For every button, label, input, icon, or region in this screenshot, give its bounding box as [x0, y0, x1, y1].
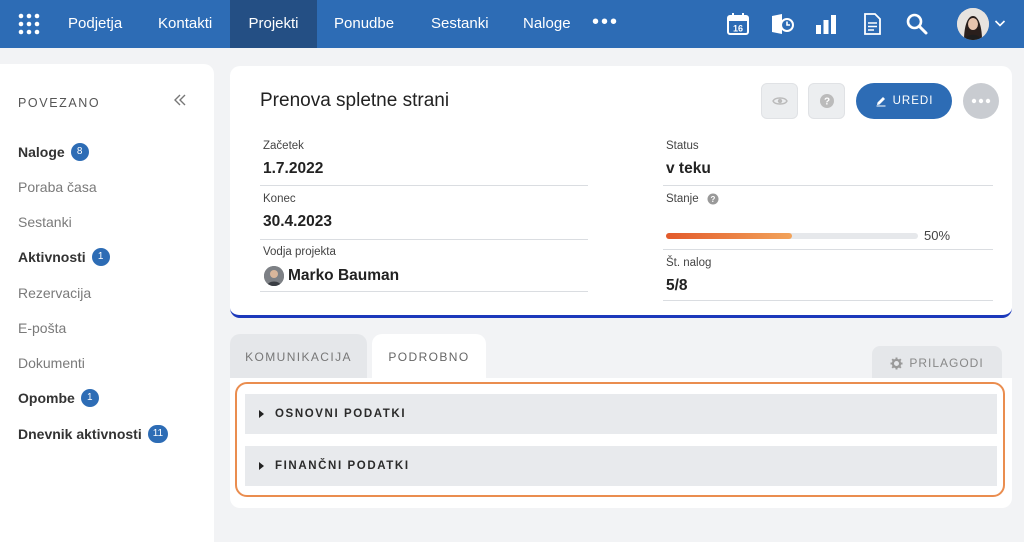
- sidebar-item-notes[interactable]: Opombe 1: [18, 388, 99, 408]
- watch-button[interactable]: [761, 83, 798, 119]
- manager-avatar: [264, 266, 284, 286]
- count-badge: 8: [70, 143, 89, 161]
- caret-right-icon: [259, 410, 264, 418]
- accordion-basic-data[interactable]: OSNOVNI PODATKI: [245, 394, 997, 434]
- svg-text:?: ?: [710, 195, 715, 204]
- more-options-button[interactable]: [963, 83, 999, 119]
- task-count-value: 5/8: [666, 277, 688, 294]
- help-icon[interactable]: ?: [707, 193, 719, 205]
- divider: [260, 239, 588, 240]
- nav-more-button[interactable]: •••: [592, 0, 619, 48]
- sidebar-item-label: Naloge: [18, 144, 65, 160]
- sidebar-item-activity-log[interactable]: Dnevnik aktivnosti 11: [18, 424, 169, 444]
- sidebar-item-activities[interactable]: Aktivnosti 1: [18, 247, 110, 267]
- calendar-day-text: 16: [733, 24, 743, 34]
- nav-item-projects[interactable]: Projekti: [230, 0, 317, 48]
- sidebar-title: POVEZANO: [18, 96, 101, 110]
- manager-avatar-image: [264, 266, 284, 286]
- sidebar-item-reservation[interactable]: Rezervacija: [18, 283, 91, 303]
- document-icon[interactable]: [859, 11, 885, 37]
- task-count-label: Št. nalog: [666, 257, 712, 269]
- gear-icon: [890, 357, 903, 369]
- more-dots-icon: [971, 98, 991, 104]
- nav-item-offers[interactable]: Ponudbe: [318, 0, 410, 48]
- project-manager-label: Vodja projekta: [263, 246, 336, 258]
- start-date-value: 1.7.2022: [263, 160, 324, 177]
- accordion-financial-data[interactable]: FINANČNI PODATKI: [245, 446, 997, 486]
- chevron-down-icon[interactable]: [994, 17, 1006, 29]
- nav-item-tasks[interactable]: Naloge: [507, 0, 587, 48]
- start-date-label: Začetek: [263, 140, 304, 152]
- end-date-label: Konec: [263, 193, 296, 205]
- state-label: Stanje ?: [666, 193, 719, 205]
- project-summary-card: Prenova spletne strani ? UREDI Začetek 1…: [230, 66, 1012, 318]
- count-badge: 1: [80, 389, 99, 407]
- divider: [260, 185, 588, 186]
- related-sidebar: POVEZANO Naloge 8 Poraba časa Sestanki A…: [0, 64, 214, 542]
- time-tracking-icon[interactable]: [769, 11, 795, 37]
- caret-right-icon: [259, 462, 264, 470]
- app-grid-icon[interactable]: [18, 13, 40, 35]
- sidebar-item-tasks[interactable]: Naloge 8: [18, 142, 89, 162]
- project-manager-value[interactable]: Marko Bauman: [288, 267, 399, 285]
- sidebar-item-email[interactable]: E-pošta: [18, 318, 66, 338]
- sidebar-item-label: Rezervacija: [18, 285, 92, 301]
- page-title: Prenova spletne strani: [260, 90, 450, 111]
- sidebar-item-label: Dokumenti: [18, 355, 85, 371]
- status-label: Status: [666, 140, 699, 152]
- customize-label: PRILAGODI: [909, 356, 984, 370]
- collapse-sidebar-icon[interactable]: [172, 92, 188, 108]
- sidebar-item-label: E-pošta: [18, 320, 67, 336]
- sidebar-item-label: Dnevnik aktivnosti: [18, 426, 142, 442]
- progress-bar-fill: [666, 233, 792, 239]
- eye-icon: [771, 97, 788, 105]
- nav-item-contacts[interactable]: Kontakti: [142, 0, 228, 48]
- accordion-title: FINANČNI PODATKI: [275, 460, 410, 472]
- top-navigation-bar: Podjetja Kontakti Projekti Ponudbe Sesta…: [0, 0, 1024, 48]
- divider: [663, 300, 993, 301]
- sidebar-item-time-usage[interactable]: Poraba časa: [18, 177, 97, 197]
- help-button[interactable]: ?: [808, 83, 845, 119]
- progress-percent-text: 50%: [924, 228, 951, 243]
- sidebar-item-meetings[interactable]: Sestanki: [18, 212, 72, 232]
- tab-details[interactable]: PODROBNO: [372, 334, 486, 380]
- accordion-title: OSNOVNI PODATKI: [275, 408, 407, 420]
- state-label-text: Stanje: [666, 193, 699, 206]
- end-date-value: 30.4.2023: [263, 213, 332, 230]
- count-badge: 1: [91, 248, 110, 266]
- sidebar-item-label: Opombe: [18, 390, 75, 406]
- tab-communication[interactable]: KOMUNIKACIJA: [230, 334, 367, 380]
- user-avatar-image: [957, 8, 989, 40]
- sidebar-item-documents[interactable]: Dokumenti: [18, 353, 85, 373]
- progress-bar: [666, 233, 918, 239]
- search-icon[interactable]: [904, 11, 930, 37]
- sidebar-item-label: Poraba časa: [18, 179, 97, 195]
- divider: [663, 185, 993, 186]
- status-value: v teku: [666, 160, 711, 177]
- customize-button[interactable]: PRILAGODI: [872, 346, 1002, 380]
- svg-text:?: ?: [823, 97, 829, 108]
- sidebar-item-label: Aktivnosti: [18, 249, 86, 265]
- divider: [260, 291, 588, 292]
- question-icon: ?: [819, 94, 834, 108]
- pencil-icon: [876, 97, 886, 107]
- edit-button-label: UREDI: [892, 95, 934, 107]
- nav-item-meetings[interactable]: Sestanki: [415, 0, 505, 48]
- user-avatar[interactable]: [957, 8, 989, 40]
- calendar-icon[interactable]: 16: [725, 11, 751, 37]
- edit-button[interactable]: UREDI: [856, 83, 952, 119]
- nav-item-companies[interactable]: Podjetja: [52, 0, 138, 48]
- sidebar-item-label: Sestanki: [18, 214, 72, 230]
- divider: [663, 249, 993, 250]
- count-badge: 11: [147, 425, 169, 443]
- reports-chart-icon[interactable]: [813, 11, 839, 37]
